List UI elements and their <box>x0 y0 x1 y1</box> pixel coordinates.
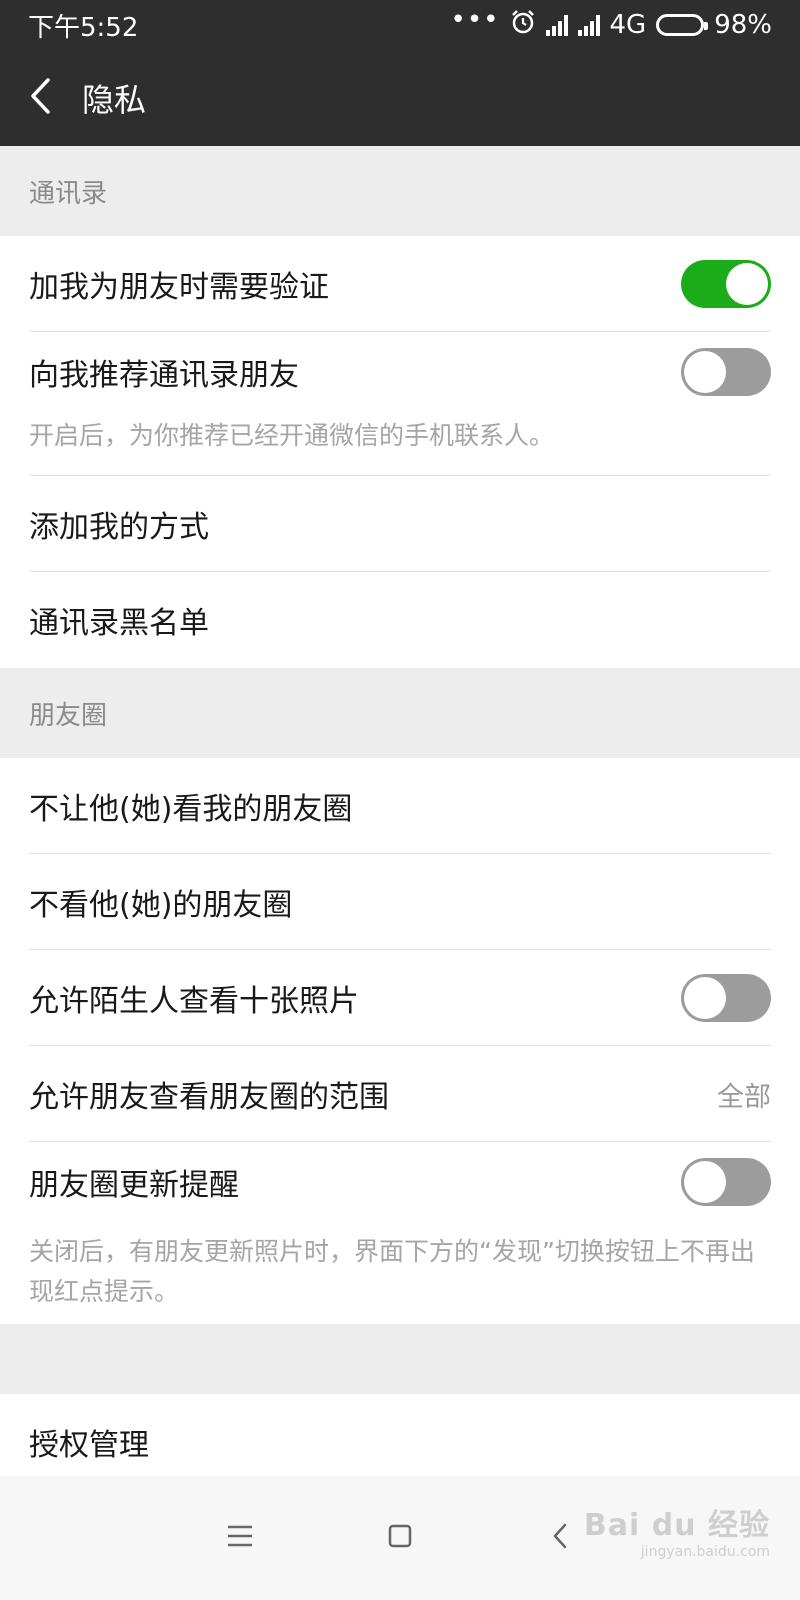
row-label: 通讯录黑名单 <box>29 606 209 641</box>
moments-update-reminder-hint: 关闭后，有朋友更新照片时，界面下方的“发现”切换按钮上不再出现红点提示。 <box>29 1237 755 1306</box>
row-label: 向我推荐通讯录朋友 <box>29 358 299 393</box>
chevron-left-icon <box>28 76 52 120</box>
row-label: 朋友圈更新提醒 <box>29 1168 239 1203</box>
back-arrow-icon <box>552 1523 568 1553</box>
menu-icon <box>227 1525 253 1551</box>
row-label: 授权管理 <box>29 1428 149 1463</box>
hide-my-moments-row[interactable]: 不让他(她)看我的朋友圈 <box>0 758 800 854</box>
row-label: 不让他(她)看我的朋友圈 <box>29 792 353 827</box>
signal-icon-1 <box>545 14 568 36</box>
moments-visible-range-row[interactable]: 允许朋友查看朋友圈的范围 全部 <box>0 1046 800 1142</box>
recommend-contacts-toggle[interactable] <box>681 348 771 396</box>
alarm-icon <box>510 9 536 42</box>
section-header-moments: 朋友圈 <box>29 700 108 731</box>
title-bar: 隐私 <box>0 50 800 146</box>
row-label: 加我为朋友时需要验证 <box>29 270 329 305</box>
status-time: 下午5:52 <box>28 12 139 43</box>
contacts-group: 加我为朋友时需要验证 向我推荐通讯录朋友 开启后，为你推荐已经开通微信的手机联系… <box>0 236 800 668</box>
toggle-knob <box>684 977 726 1019</box>
home-square-icon <box>388 1524 412 1552</box>
section-header-contacts: 通讯录 <box>29 178 108 209</box>
network-type: 4G <box>609 10 647 40</box>
require-verification-row[interactable]: 加我为朋友时需要验证 <box>0 236 800 332</box>
toggle-knob <box>726 263 768 305</box>
row-label: 允许朋友查看朋友圈的范围 <box>29 1080 389 1115</box>
hide-their-moments-row[interactable]: 不看他(她)的朋友圈 <box>0 854 800 950</box>
moments-group: 不让他(她)看我的朋友圈 不看他(她)的朋友圈 允许陌生人查看十张照片 允许朋友… <box>0 758 800 1324</box>
battery-icon <box>656 14 709 36</box>
menu-button[interactable] <box>160 1498 320 1578</box>
moments-visible-range-value: 全部 <box>717 1081 771 1113</box>
stranger-ten-photos-row[interactable]: 允许陌生人查看十张照片 <box>0 950 800 1046</box>
row-label: 允许陌生人查看十张照片 <box>29 984 359 1019</box>
row-label: 添加我的方式 <box>29 510 209 545</box>
page-title: 隐私 <box>82 81 147 119</box>
status-bar: 下午5:52 ••• 4G 98% <box>0 0 800 50</box>
moments-update-reminder-row[interactable]: 朋友圈更新提醒 <box>0 1142 800 1222</box>
recommend-contacts-row[interactable]: 向我推荐通讯录朋友 <box>0 332 800 412</box>
row-label: 不看他(她)的朋友圈 <box>29 888 293 923</box>
watermark-main: Bai du 经验 <box>583 1508 770 1543</box>
moments-update-reminder-toggle[interactable] <box>681 1158 771 1206</box>
require-verification-toggle[interactable] <box>681 260 771 308</box>
more-notifications-icon: ••• <box>450 5 500 35</box>
add-me-methods-row[interactable]: 添加我的方式 <box>0 476 800 572</box>
recommend-contacts-hint: 开启后，为你推荐已经开通微信的手机联系人。 <box>0 412 800 476</box>
back-button[interactable] <box>0 50 80 146</box>
toggle-knob <box>684 351 726 393</box>
signal-icon-2 <box>577 14 600 36</box>
toggle-knob <box>684 1161 726 1203</box>
stranger-ten-photos-toggle[interactable] <box>681 974 771 1022</box>
watermark-sub: jingyan.baidu.com <box>640 1544 770 1560</box>
home-button[interactable] <box>320 1498 480 1578</box>
battery-percent: 98% <box>714 10 772 40</box>
baidu-jingyan-watermark: Bai du 经验 jingyan.baidu.com <box>584 1500 770 1560</box>
status-indicators: ••• 4G 98% <box>450 5 772 42</box>
contacts-blacklist-row[interactable]: 通讯录黑名单 <box>0 572 800 668</box>
